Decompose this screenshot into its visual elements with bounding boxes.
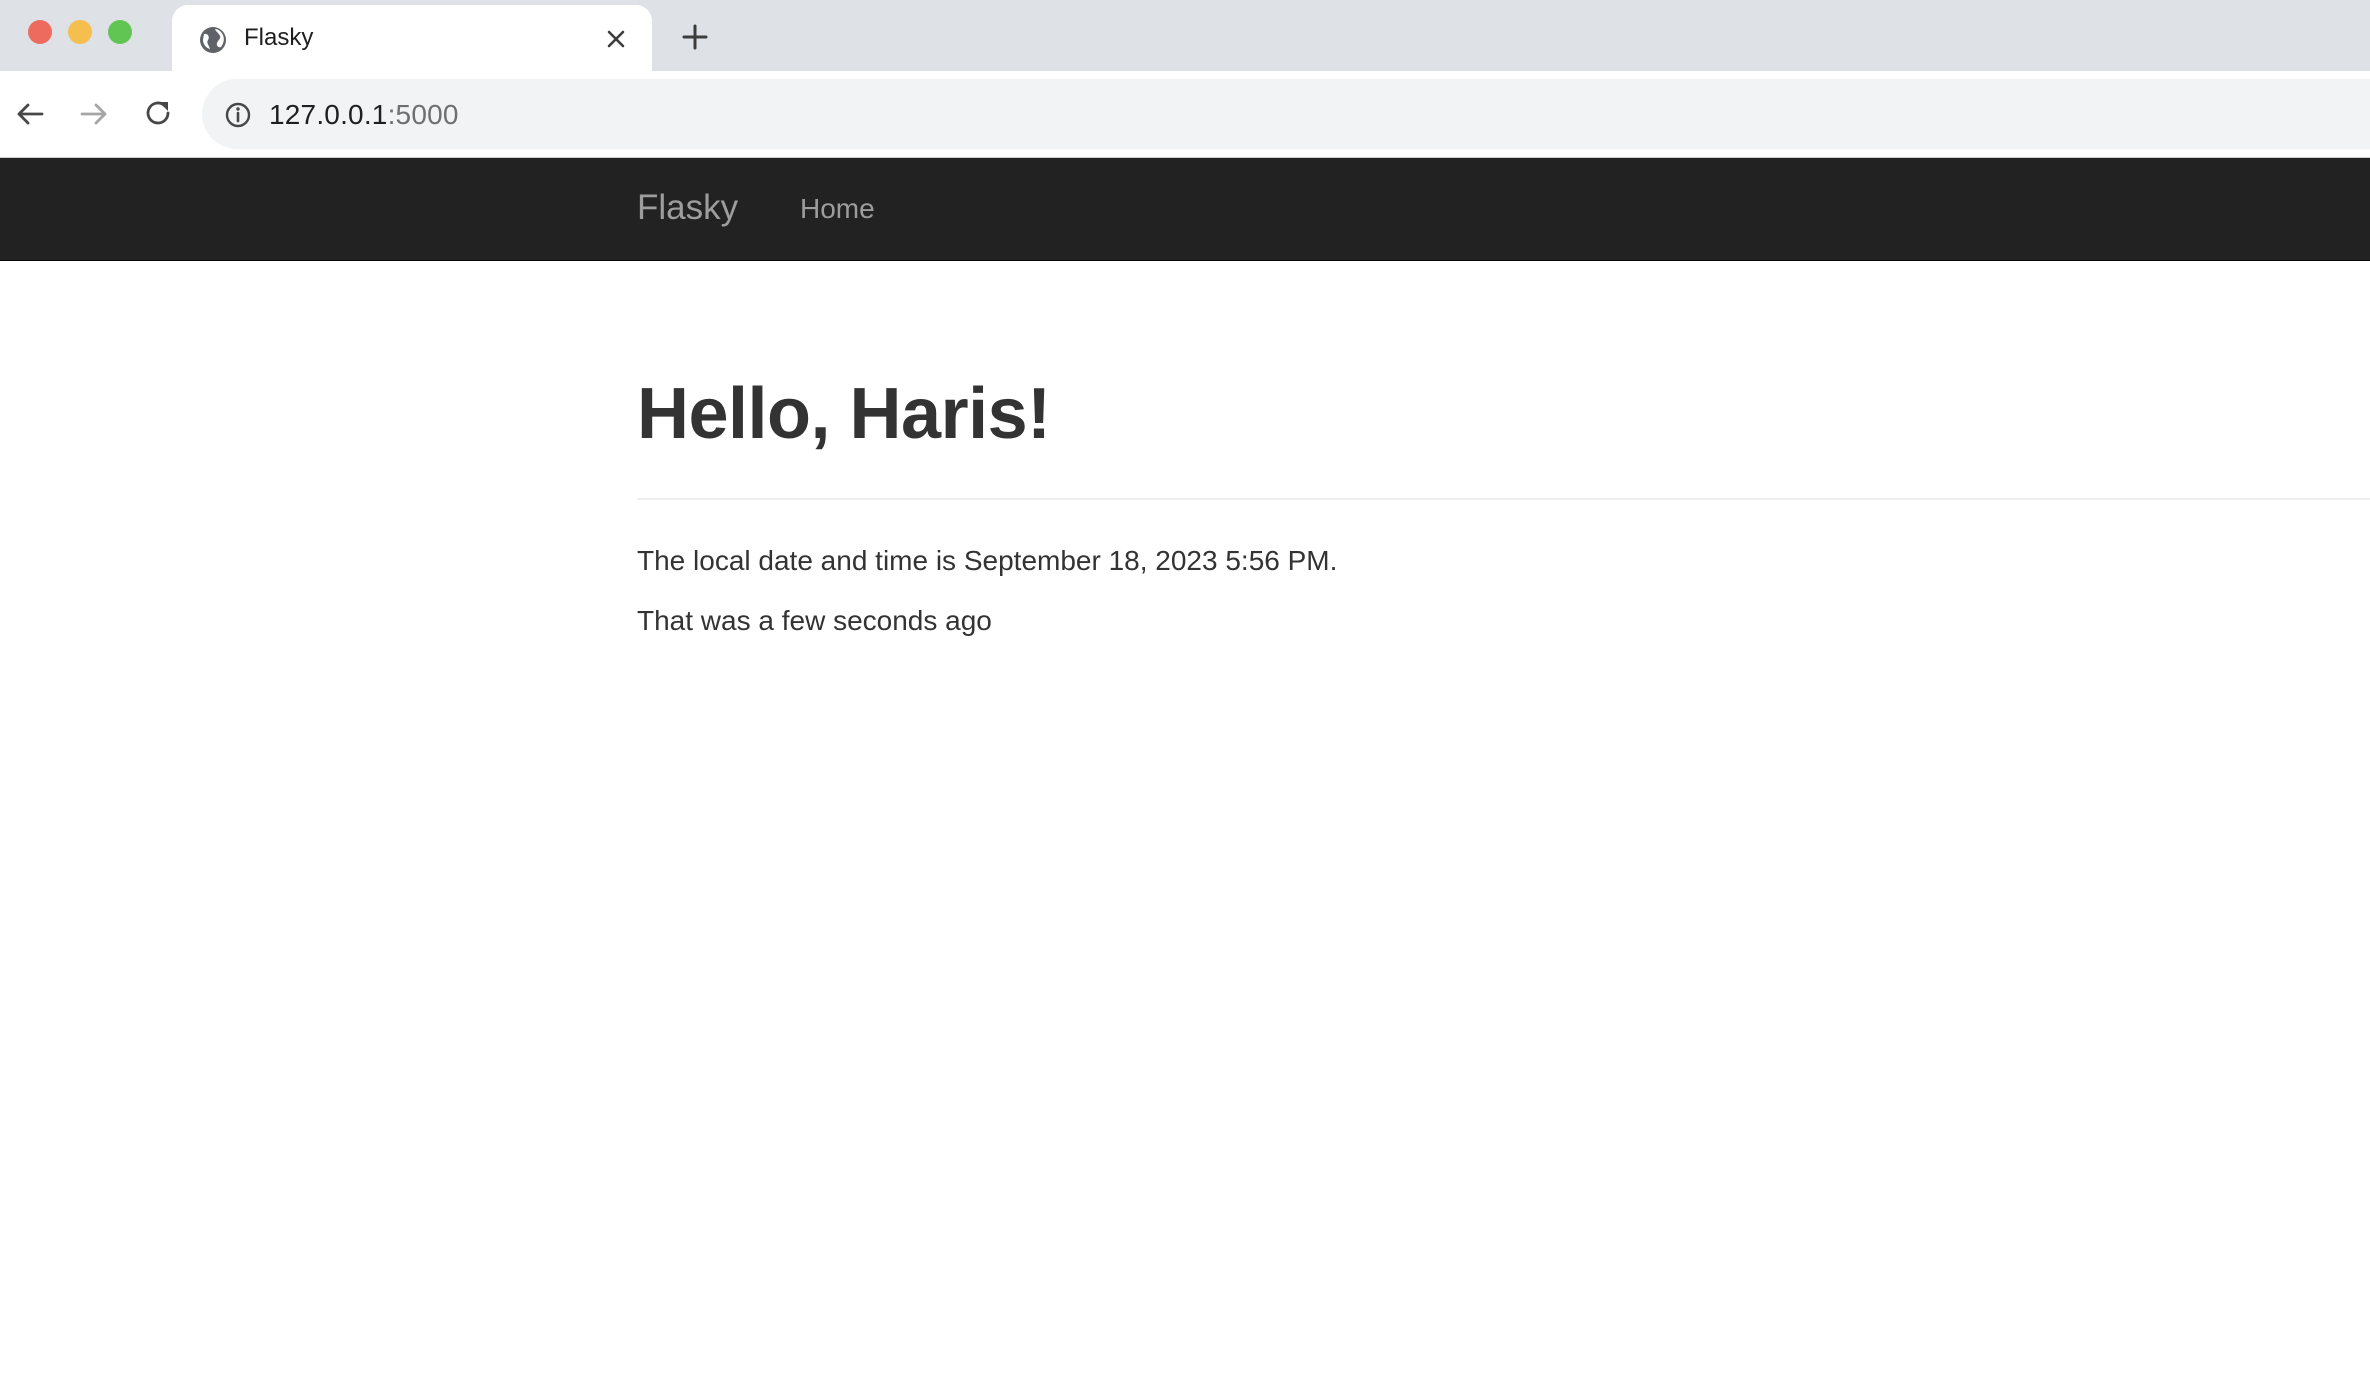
window-maximize-button[interactable] — [108, 20, 132, 44]
arrow-right-icon[interactable] — [76, 96, 112, 132]
address-bar[interactable]: 127.0.0.1:5000 — [202, 79, 2370, 149]
page-header: Hello, Haris! — [637, 378, 2370, 500]
relative-time-text: That was a few seconds ago — [637, 605, 992, 636]
url-host: 127.0.0.1 — [269, 99, 388, 130]
navbar-brand-link[interactable]: Flasky — [637, 188, 738, 228]
browser-tab[interactable]: Flasky — [172, 5, 652, 71]
info-icon[interactable] — [224, 101, 252, 129]
browser-tab-strip: Flasky — [0, 0, 2370, 71]
site-navbar: Flasky Home — [0, 158, 2370, 261]
globe-icon — [200, 27, 226, 53]
window-minimize-button[interactable] — [68, 20, 92, 44]
arrow-left-icon[interactable] — [12, 96, 48, 132]
browser-toolbar: 127.0.0.1:5000 — [0, 71, 2370, 158]
page-title: Hello, Haris! — [637, 374, 1051, 454]
close-icon[interactable] — [604, 27, 628, 51]
url-port: :5000 — [387, 99, 459, 130]
plus-icon[interactable] — [680, 22, 710, 52]
nav-link-home[interactable]: Home — [800, 193, 875, 225]
reload-icon[interactable] — [140, 96, 176, 132]
local-datetime-text: The local date and time is September 18,… — [637, 545, 1338, 576]
window-close-button[interactable] — [28, 20, 52, 44]
url-text[interactable]: 127.0.0.1:5000 — [269, 99, 459, 131]
tab-title: Flasky — [244, 24, 314, 51]
